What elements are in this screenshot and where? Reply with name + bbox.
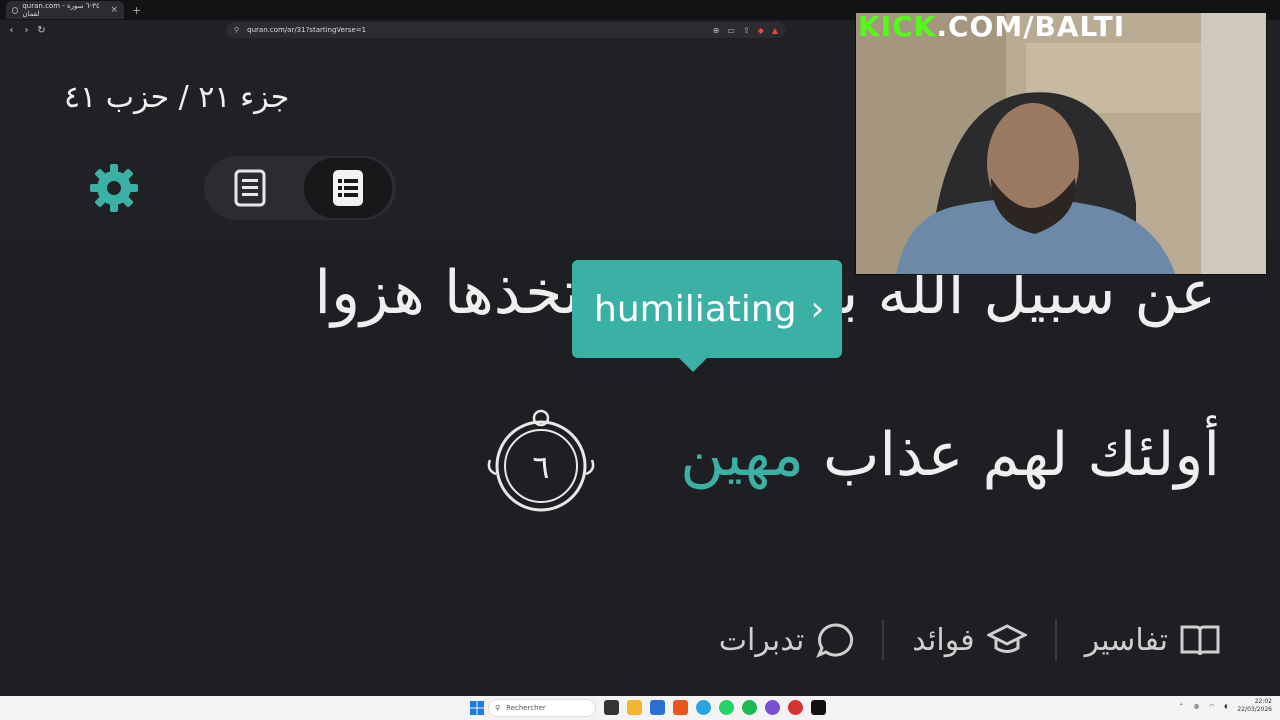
url-text: quran.com/ar/31?startingVerse=1 [247,26,367,34]
translation-text: humiliating [594,288,797,330]
rewards-icon[interactable]: ▲ [772,26,778,35]
divider [882,620,885,660]
site-info-icon[interactable]: ⚲ [234,26,239,34]
chrome-icon[interactable] [788,700,803,715]
tafsir-label: تفاسير [1084,622,1168,658]
juz-hizb-label: جزء ٢١ / حزب ٤١ [64,80,290,115]
ayah-number: ٦ [532,448,550,486]
reflections-label: تدبرات [718,622,805,658]
view-mode-toggle [204,156,396,220]
tab-close-icon[interactable]: × [110,5,118,15]
reading-mode-button[interactable] [206,158,294,218]
clock-time: 22:02 [1254,698,1272,705]
benefits-button[interactable]: فوائد [912,622,1027,658]
new-tab-button[interactable]: + [132,4,141,17]
verse-words[interactable]: أولئك لهم عذاب [823,420,1220,490]
share-icon[interactable]: ⇪ [743,26,750,35]
spotify-icon[interactable] [742,700,757,715]
settings-gear-icon[interactable] [88,162,140,214]
zoom-icon[interactable]: ⊕ [713,26,720,35]
taskbar-apps [604,700,826,715]
list-view-icon [333,170,363,206]
benefits-label: فوائد [912,622,975,658]
clock[interactable]: 22:02 22/03/2026 [1237,698,1272,714]
telegram-icon[interactable] [696,700,711,715]
network-icon[interactable]: ◍ [1194,703,1199,710]
obs-icon[interactable] [765,700,780,715]
brave-browser-icon[interactable] [673,700,688,715]
back-button[interactable]: ‹ [4,25,19,36]
page-view-icon [234,169,266,207]
address-bar-actions: ⊕ ▭ ⇪ ◆ ▲ [713,26,786,35]
reload-button[interactable]: ↻ [34,25,49,36]
windows-taskbar: ⚲ Rechercher ⌃ ◍ ◠ ◖ 22:02 22/03/2026 [0,696,1280,720]
tab-favicon-icon [12,6,19,14]
address-bar[interactable]: ⚲ quran.com/ar/31?startingVerse=1 ⊕ ▭ ⇪ … [226,22,786,38]
whatsapp-icon[interactable] [719,700,734,715]
chat-bubble-icon [816,623,854,658]
reflections-button[interactable]: تدبرات [719,622,855,658]
verse-actions-bar: تفاسير فوائد تدبرات [719,620,1220,660]
system-tray: ⌃ ◍ ◠ ◖ 22:02 22/03/2026 [1179,698,1272,714]
tafsir-button[interactable]: تفاسير [1085,623,1220,658]
cast-icon[interactable]: ▭ [727,26,735,35]
webcam-overlay [855,12,1267,275]
store-icon[interactable] [650,700,665,715]
tab-title: quran.com - ٣٤-٦ سورة لقمان [22,2,100,18]
webcam-feed [856,13,1266,274]
chevron-right-icon[interactable]: › [811,289,825,329]
brave-shield-icon[interactable]: ◆ [758,26,764,35]
browser-tab[interactable]: quran.com - ٣٤-٦ سورة لقمان × [6,1,124,19]
highlighted-word[interactable]: مهين [680,420,804,490]
stream-channel-label: KICK.COM/BALTI [858,10,1125,43]
graduation-cap-icon [986,624,1027,653]
volume-icon[interactable]: ◖ [1224,703,1227,710]
divider [1054,620,1057,660]
file-explorer-icon[interactable] [627,700,642,715]
search-placeholder: Rechercher [506,704,546,712]
channel-url-text: .COM/BALTI [936,10,1126,43]
tray-overflow-icon[interactable]: ⌃ [1179,703,1184,710]
word-translation-tooltip[interactable]: humiliating › [572,260,842,372]
verse-line-2: أولئك لهم عذاب مهين [680,420,1220,490]
book-icon [1180,625,1220,656]
search-icon: ⚲ [495,704,501,712]
clock-date: 22/03/2026 [1237,706,1272,713]
kick-brand-text: KICK [858,10,937,43]
verse-by-verse-mode-button[interactable] [304,158,392,218]
taskbar-search[interactable]: ⚲ Rechercher [488,699,596,717]
windows-start-icon[interactable] [470,701,484,715]
forward-button[interactable]: › [19,25,34,36]
notion-icon[interactable] [811,700,826,715]
task-view-icon[interactable] [604,700,619,715]
wifi-icon[interactable]: ◠ [1209,703,1214,710]
